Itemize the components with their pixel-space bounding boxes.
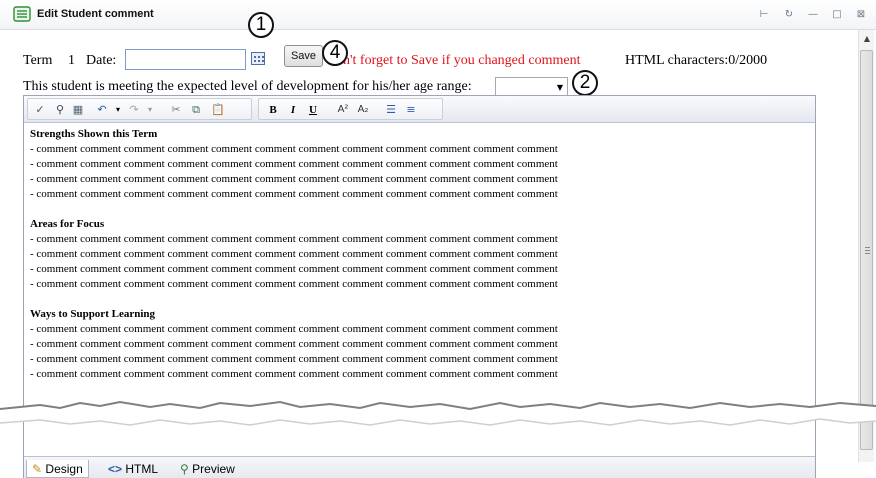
tab-label: HTML: [125, 462, 159, 476]
bullet-list-icon[interactable]: ≡: [403, 102, 419, 118]
callout-4: 4: [322, 40, 348, 66]
subscript-icon[interactable]: A₂: [355, 102, 371, 118]
superscript-icon[interactable]: A²: [335, 102, 351, 118]
comment-line: - comment comment comment comment commen…: [30, 158, 558, 170]
development-select[interactable]: ▼: [495, 77, 568, 96]
italic-icon[interactable]: I: [285, 102, 301, 118]
section-strengths: Strengths Shown this Term - comment comm…: [30, 127, 809, 202]
section-heading: Areas for Focus: [30, 218, 105, 230]
editor-toolbar: ✓ ⚲ ▦ ↶ ▾ ↷ ▾ ✂ ⧉ 📋 B I U A² A₂ ☰ ≡: [24, 96, 815, 123]
close-icon[interactable]: ⊠: [853, 7, 869, 23]
date-input[interactable]: [125, 49, 246, 70]
comment-line: - comment comment comment comment commen…: [30, 353, 558, 365]
calendar-icon[interactable]: [251, 52, 265, 65]
toolbar-group-format: B I U A² A₂ ☰ ≡: [258, 98, 443, 120]
callout-2: 2: [572, 70, 598, 96]
term-label: Term: [23, 53, 53, 68]
bold-icon[interactable]: B: [265, 102, 281, 118]
tab-design[interactable]: ✎ Design: [26, 460, 89, 478]
section-areas-for-focus: Areas for Focus - comment comment commen…: [30, 217, 809, 292]
term-value: 1: [68, 53, 75, 68]
section-ways-to-support: Ways to Support Learning - comment comme…: [30, 307, 809, 382]
comment-line: - comment comment comment comment commen…: [30, 323, 558, 335]
tab-preview[interactable]: ⚲ Preview: [180, 460, 235, 478]
toolbar-group-edit: ✓ ⚲ ▦ ↶ ▾ ↷ ▾ ✂ ⧉ 📋: [27, 98, 252, 120]
html-character-count: HTML characters:0/2000: [625, 53, 768, 68]
comment-line: - comment comment comment comment commen…: [30, 368, 558, 380]
refresh-icon[interactable]: ↻: [781, 7, 797, 23]
section-heading: Strengths Shown this Term: [30, 128, 158, 140]
comment-line: - comment comment comment comment commen…: [30, 248, 558, 260]
spellcheck-icon[interactable]: ✓: [32, 102, 48, 118]
comment-line: - comment comment comment comment commen…: [30, 173, 558, 185]
comment-line: - comment comment comment comment commen…: [30, 263, 558, 275]
scroll-thumb[interactable]: [860, 50, 873, 450]
window-title: Edit Student comment: [37, 8, 154, 20]
development-label: This student is meeting the expected lev…: [23, 79, 472, 94]
editor-mode-tabs: ✎ Design <> HTML ⚲ Preview: [24, 456, 815, 478]
callout-1: 1: [248, 12, 274, 38]
undo-icon[interactable]: ↶: [94, 102, 110, 118]
comment-line: - comment comment comment comment commen…: [30, 278, 558, 290]
section-heading: Ways to Support Learning: [30, 308, 155, 320]
comment-line: - comment comment comment comment commen…: [30, 143, 558, 155]
tab-label: Design: [45, 462, 83, 476]
paste-icon[interactable]: 📋: [210, 102, 226, 118]
comment-line: - comment comment comment comment commen…: [30, 338, 558, 350]
magnifier-icon: ⚲: [180, 462, 189, 476]
chevron-down-icon: ▼: [556, 83, 563, 92]
date-label: Date:: [86, 53, 117, 68]
underline-icon[interactable]: U: [305, 102, 321, 118]
numbered-list-icon[interactable]: ☰: [383, 102, 399, 118]
pencil-icon: ✎: [32, 462, 43, 476]
scroll-up-icon[interactable]: ▲: [859, 32, 875, 46]
form-icon: [13, 6, 31, 22]
find-icon[interactable]: ⚲: [52, 102, 68, 118]
comment-line: - comment comment comment comment commen…: [30, 188, 558, 200]
redo-icon[interactable]: ↷: [126, 102, 142, 118]
save-reminder: n't forget to Save if you changed commen…: [343, 53, 581, 68]
copy-icon[interactable]: ⧉: [188, 102, 204, 118]
comment-line: - comment comment comment comment commen…: [30, 233, 558, 245]
torn-edge-divider: [0, 400, 876, 426]
save-button[interactable]: Save: [284, 45, 323, 67]
undo-dropdown-icon[interactable]: ▾: [110, 102, 126, 118]
title-bar: Edit Student comment ⊢ ↻ — □ ⊠: [0, 0, 876, 30]
minimize-icon[interactable]: —: [805, 7, 821, 23]
cut-icon[interactable]: ✂: [168, 102, 184, 118]
tab-html[interactable]: <> HTML: [108, 460, 158, 478]
pin-icon[interactable]: ⊢: [756, 7, 772, 23]
tab-label: Preview: [192, 462, 235, 476]
select-all-icon[interactable]: ▦: [70, 102, 86, 118]
redo-dropdown-icon[interactable]: ▾: [142, 102, 158, 118]
maximize-icon[interactable]: □: [829, 7, 845, 23]
code-icon: <>: [108, 462, 123, 476]
